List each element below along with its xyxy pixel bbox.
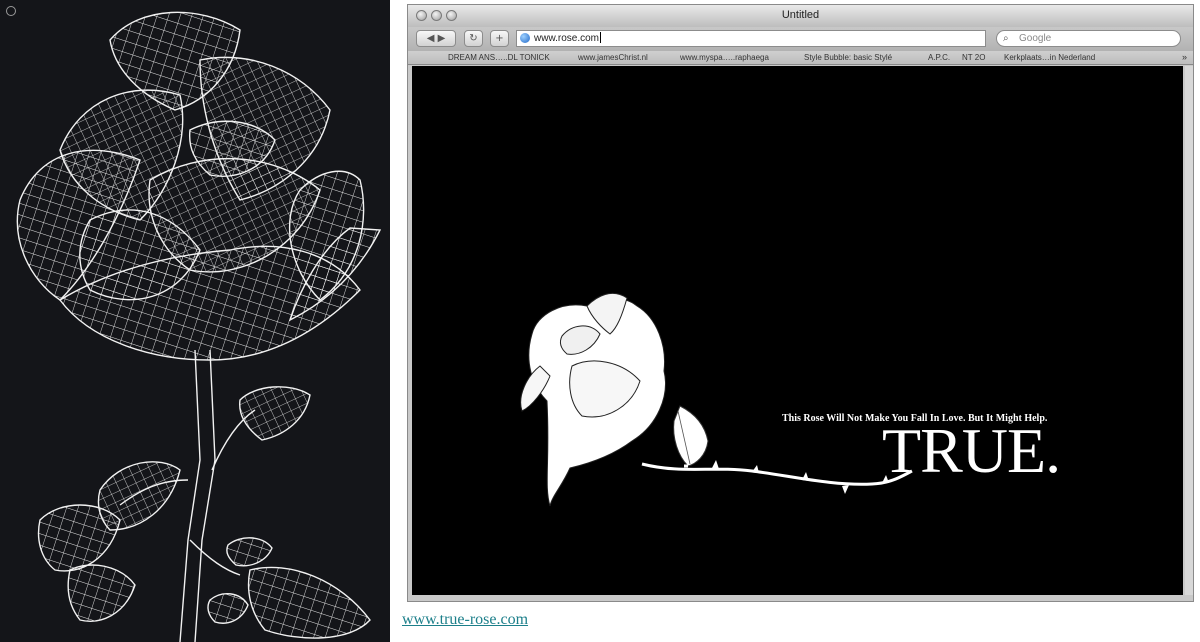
plus-icon: +	[495, 33, 503, 44]
bookmarks-bar:  DREAM ANS…..DL TONICK www.jamesChrist…	[408, 51, 1193, 65]
white-rose-illustration	[412, 66, 1183, 595]
bookmark-item[interactable]: Style Bubble: basic Stylé	[804, 51, 892, 64]
title-bar: Untitled	[408, 5, 1193, 27]
back-arrow-icon[interactable]: ◀	[427, 33, 435, 44]
site-link[interactable]: www.true-rose.com	[402, 611, 528, 629]
browser-window: Untitled ◀ ▶ ↻ + www.rose.com ⌕ Google …	[407, 4, 1194, 602]
bookmark-item[interactable]: www.jamesChrist.nl	[578, 51, 648, 64]
forward-arrow-icon[interactable]: ▶	[438, 33, 446, 44]
search-input[interactable]: ⌕ Google	[996, 30, 1181, 47]
bookmark-item[interactable]: DREAM ANS…..DL TONICK	[448, 51, 550, 64]
address-bar-text: www.rose.com	[534, 33, 599, 44]
search-icon: ⌕	[1003, 31, 1009, 46]
text-caret	[600, 32, 601, 43]
globe-icon	[520, 33, 530, 43]
add-bookmark-button[interactable]: +	[490, 30, 509, 47]
web-page-viewport: This Rose Will Not Make You Fall In Love…	[412, 66, 1183, 595]
brand-title: TRUE.	[882, 416, 1060, 486]
address-bar[interactable]: www.rose.com	[516, 30, 986, 47]
reload-button[interactable]: ↻	[464, 30, 483, 47]
wireframe-rose-panel	[0, 0, 390, 642]
browser-toolbar: ◀ ▶ ↻ + www.rose.com ⌕ Google	[408, 27, 1193, 51]
vertical-scrollbar[interactable]	[1185, 66, 1193, 595]
window-title: Untitled	[408, 9, 1193, 21]
bookmark-item[interactable]: NT 2O	[962, 51, 985, 64]
bookmarks-overflow-icon[interactable]: »	[1182, 51, 1187, 64]
bookmark-item[interactable]: Kerkplaats…in Nederland	[1004, 51, 1095, 64]
wireframe-rose-illustration	[0, 0, 390, 642]
reload-icon: ↻	[469, 33, 477, 44]
bookmark-item[interactable]: A.P.C.	[928, 51, 950, 64]
back-forward-buttons[interactable]: ◀ ▶	[416, 30, 456, 47]
bookmark-item[interactable]: www.myspa…..raphaega	[680, 51, 769, 64]
search-placeholder: Google	[1019, 33, 1051, 44]
